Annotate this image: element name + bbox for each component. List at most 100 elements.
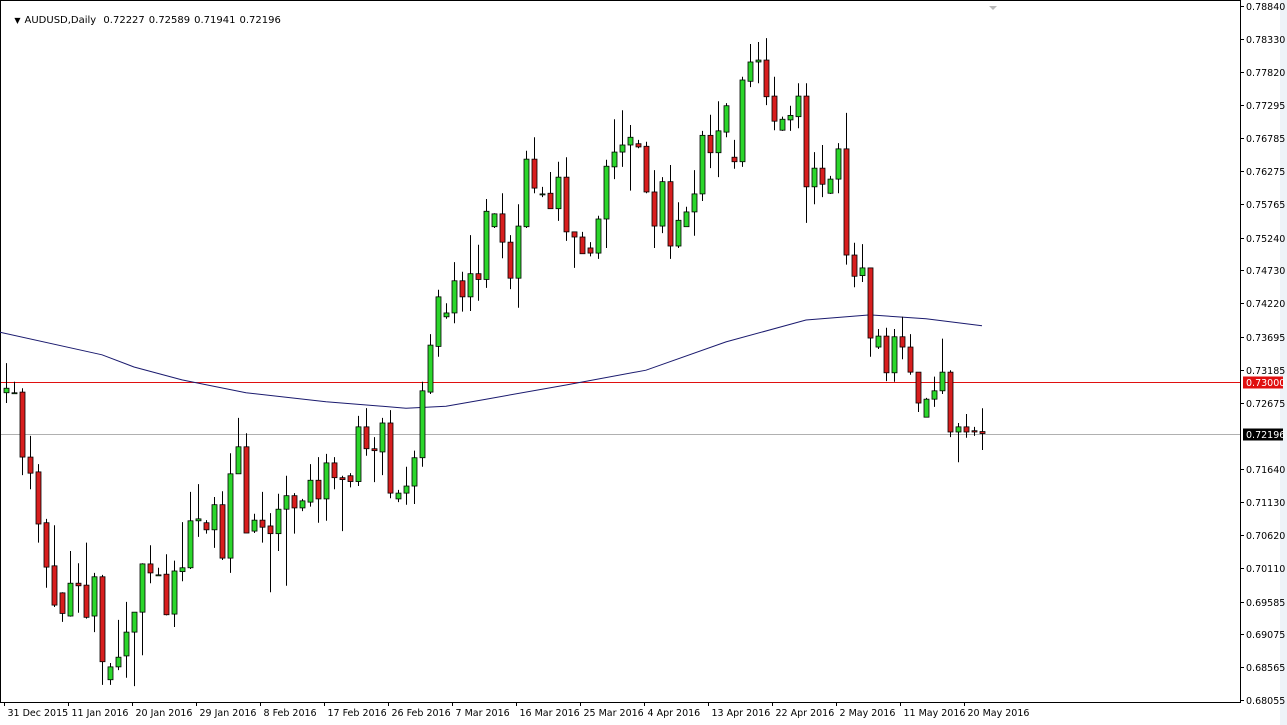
candle-body-bull [196,519,201,521]
header-open: 0.72227 [103,15,144,26]
candle-body-bull [140,564,145,612]
candle [524,151,529,228]
candle-body-bull [788,115,793,120]
y-tick-label: 0.69075 [1246,630,1285,641]
candle-body-bear [980,432,985,434]
candle-body-bear [292,496,297,508]
x-tick-label: 16 Mar 2016 [520,708,580,719]
candle-body-bull [692,194,697,212]
candle-body-bear [332,463,337,478]
candle-body-bull [836,149,841,179]
candle-body-bull [796,96,801,117]
chart-header: ▼ AUDUSD,Daily 0.72227 0.72589 0.71941 0.721… [8,4,285,26]
x-tick-label: 11 May 2016 [904,708,966,719]
header-close: 0.72196 [240,15,281,26]
candle-body-bear [964,427,969,432]
candle-body-bear [868,268,873,338]
candle-body-bull [700,135,705,194]
candle-body-bear [652,192,657,226]
header-high: 0.72589 [149,15,190,26]
candle-body-bear [588,248,593,253]
candle-body-bear [852,255,857,276]
candle-body-bear [20,392,25,457]
candle-body-bull [236,447,241,474]
candle-body-bull [780,119,785,130]
y-tick-label: 0.75240 [1246,234,1285,245]
y-tick-label: 0.74220 [1246,299,1285,310]
candle-body-bull [740,80,745,162]
candle-body-bull [412,458,417,486]
candle [492,213,497,228]
candle-body-bear [476,274,481,280]
candle-body-bull [724,106,729,132]
y-tick-label: 0.68565 [1246,663,1285,674]
candle-body-bull [68,583,73,616]
candle-body-bear [148,564,153,573]
y-tick-label: 0.70110 [1246,564,1285,575]
candle-body-bear [364,427,369,449]
candle-body-bull [180,568,185,572]
x-tick-label: 17 Feb 2016 [328,708,387,719]
candle-body-bull [420,391,425,458]
candle-body-bull [276,509,281,533]
y-tick-label: 0.77295 [1246,101,1285,112]
header-low: 0.71941 [194,15,235,26]
candle-body-bull [620,145,625,152]
candle-body-bear [948,372,953,432]
candle-body-bear [348,476,353,482]
x-tick-label: 20 Jan 2016 [136,708,193,719]
candle-body-bull [324,463,329,499]
x-tick-label: 25 Mar 2016 [584,708,644,719]
candle-body-bull [132,612,137,632]
y-tick-label: 0.71130 [1246,498,1285,509]
candle-body-bull [284,496,289,510]
candle-body-bear [564,177,569,232]
candle-body-bear [732,157,737,162]
candle-body-bull [524,159,529,227]
y-tick-label: 0.68055 [1246,696,1285,707]
x-tick-label: 4 Apr 2016 [648,708,701,719]
symbol-timeframe: AUDUSD,Daily [25,15,97,26]
candle-body-bear [36,472,41,524]
candle-body-bull [436,297,441,347]
candle [724,103,729,137]
collapse-triangle-icon[interactable]: ▼ [14,16,20,25]
candle-body-bear [164,574,169,615]
candle-body-bear [764,60,769,97]
candle-body-bear [884,336,889,373]
y-tick-label: 0.77820 [1246,68,1285,79]
candle-body-bull [428,345,433,392]
candle-body-bull [628,137,633,145]
candle-body-bull [172,571,177,614]
candle [700,131,705,201]
candle-body-bull [300,501,305,508]
candle-body-bear [908,347,913,372]
candle-body-bull [156,575,161,576]
x-tick-label: 26 Feb 2016 [392,708,451,719]
y-tick-label: 0.70620 [1246,531,1285,542]
candle-body-bear [900,337,905,347]
candle-body-bull [92,577,97,616]
candle [924,398,929,417]
candle-body-bull [308,480,313,502]
candle-body-bear [548,193,553,208]
x-tick-label: 2 May 2016 [840,708,896,719]
candle-body-bull [932,391,937,399]
y-tick-label: 0.78330 [1246,35,1285,46]
candle-body-bull [660,182,665,226]
candle-body-bear [244,447,249,533]
candle-body-bull [4,388,9,393]
candle-body-bull [212,505,217,530]
candle-body-bull [484,211,489,279]
candle [244,433,249,533]
y-tick-label: 0.75765 [1246,200,1285,211]
candle-body-bull [492,214,497,227]
candle-body-bear [268,526,273,534]
y-tick-label: 0.78840 [1246,2,1285,13]
y-tick-label: 0.71640 [1246,465,1285,476]
candle-body-bear [508,242,513,278]
candle-body-bear [820,168,825,184]
candlestick-chart[interactable]: 0.788400.783300.778200.772950.767850.762… [0,0,1287,725]
candle-body-bear [60,593,65,614]
candle-body-bull [940,372,945,391]
